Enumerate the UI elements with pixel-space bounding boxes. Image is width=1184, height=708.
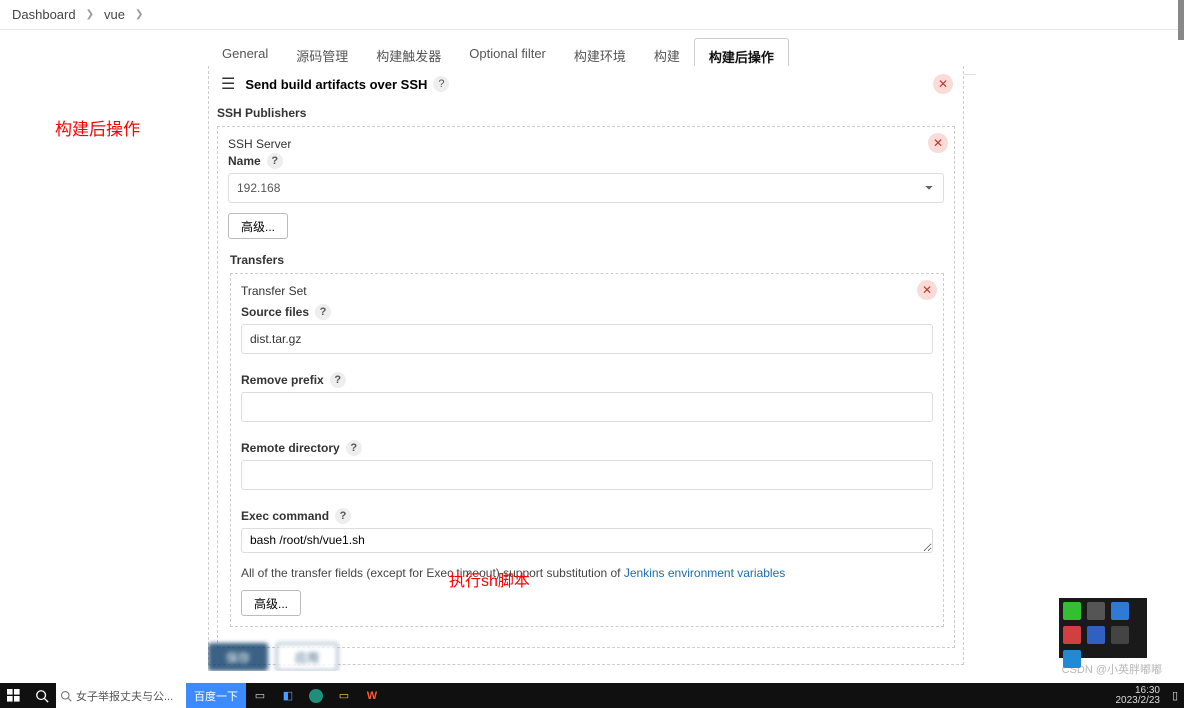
delete-server-button[interactable]: ✕ [928,133,948,153]
taskbar-search[interactable]: 女子举报丈夫与公... [56,683,186,708]
delete-transfer-button[interactable]: ✕ [917,280,937,300]
taskbar-app[interactable]: ◧ [274,683,302,708]
remove-prefix-input[interactable] [241,392,933,422]
explorer-icon[interactable]: ▭ [330,683,358,708]
wps-icon[interactable]: W [358,683,386,708]
task-view-icon[interactable]: ▭ [246,683,274,708]
help-icon[interactable]: ? [346,440,362,456]
ssh-server-block: ✕ SSH Server Name ? 192.168 高级... Transf… [217,126,955,648]
ssh-server-label: SSH Server [228,137,944,151]
ssh-publishers-heading: SSH Publishers [217,106,955,120]
taskbar-clock[interactable]: 16:30 2023/2/23 [1116,686,1167,706]
edge-icon[interactable] [302,683,330,708]
transfer-set-label: Transfer Set [241,284,933,298]
source-files-input[interactable] [241,324,933,354]
apply-button[interactable]: 应用 [276,643,338,671]
search-icon[interactable] [28,683,56,708]
panel-title: Send build artifacts over SSH [245,77,427,92]
name-label: Name [228,154,261,168]
windows-taskbar: 女子举报丈夫与公... 百度一下 ▭ ◧ ▭ W 16:30 2023/2/23… [0,683,1184,708]
baidu-button[interactable]: 百度一下 [186,683,246,708]
remove-prefix-label: Remove prefix [241,373,324,387]
env-vars-link[interactable]: Jenkins environment variables [624,566,785,580]
delete-step-button[interactable]: ✕ [933,74,953,94]
volume-mute-icon[interactable] [1063,626,1081,644]
help-icon[interactable]: ? [335,508,351,524]
advanced-button[interactable]: 高级... [228,213,288,239]
taskbar-search-text: 女子举报丈夫与公... [76,688,173,704]
start-button[interactable] [0,683,28,708]
chevron-right-icon: ❯ [86,9,94,20]
close-icon: ✕ [922,283,932,297]
transfers-heading: Transfers [230,253,944,267]
tray-icon[interactable] [1063,650,1081,668]
chevron-right-icon: ❯ [135,9,143,20]
help-icon[interactable]: ? [433,76,449,92]
advanced-button-transfer[interactable]: 高级... [241,590,301,616]
notifications-icon[interactable]: ▯ [1166,683,1184,708]
ssh-server-select[interactable]: 192.168 [228,173,944,203]
close-icon: ✕ [933,136,943,150]
remote-dir-input[interactable] [241,460,933,490]
annotation-exec: 执行sh脚本 [449,567,530,591]
substitution-info: All of the transfer fields (except for E… [241,566,933,580]
drag-handle-icon[interactable]: ☰ [215,72,241,96]
tray-panel [1059,598,1147,658]
source-files-label: Source files [241,305,309,319]
help-icon[interactable]: ? [267,153,283,169]
help-icon[interactable]: ? [315,304,331,320]
close-icon: ✕ [938,77,948,91]
crumb-dashboard[interactable]: Dashboard [12,7,76,22]
save-button[interactable]: 保存 [208,643,268,671]
shield-icon[interactable] [1087,626,1105,644]
tray-icon[interactable] [1087,602,1105,620]
post-build-step-panel: ☰ Send build artifacts over SSH ? ✕ SSH … [208,66,964,665]
exec-cmd-label: Exec command [241,509,329,523]
breadcrumb: Dashboard ❯ vue ❯ [0,0,1184,30]
crumb-project[interactable]: vue [104,7,125,22]
tray-icon[interactable] [1111,626,1129,644]
transfer-set-block: ✕ Transfer Set Source files ? Remove pre… [230,273,944,627]
exec-cmd-input[interactable]: bash /root/sh/vue1.sh [241,528,933,553]
wechat-icon[interactable] [1063,602,1081,620]
help-icon[interactable]: ? [330,372,346,388]
remote-dir-label: Remote directory [241,441,340,455]
annotation-side: 构建后操作 [55,115,140,140]
tray-icon[interactable] [1111,602,1129,620]
